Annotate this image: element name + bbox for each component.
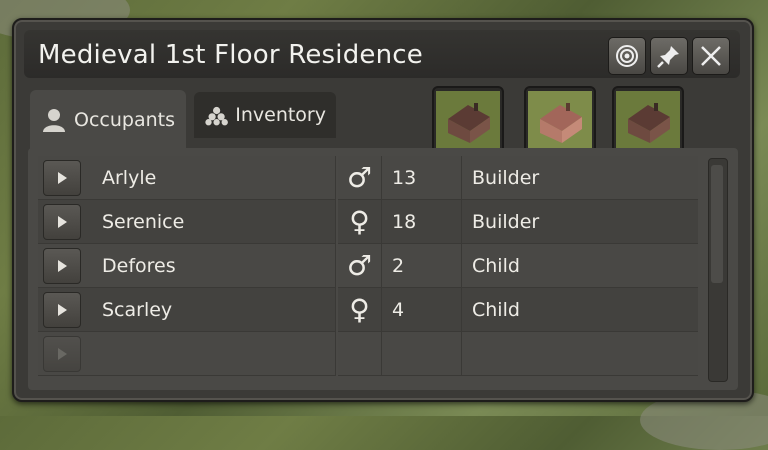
occupant-name: Defores <box>86 244 336 288</box>
occupant-sex <box>338 332 382 376</box>
male-icon: ♂ <box>346 161 373 194</box>
occupant-job: Child <box>462 288 698 332</box>
expand-button[interactable] <box>43 291 81 328</box>
occupant-sex: ♀ <box>338 288 382 332</box>
occupant-name <box>86 332 336 376</box>
occupant-sex: ♂ <box>338 244 382 288</box>
pin-icon <box>657 46 679 68</box>
house-dark-icon <box>616 91 680 151</box>
occupant-job: Builder <box>462 200 698 244</box>
stack-icon <box>205 106 228 126</box>
table-row[interactable]: Scarley ♀ 4 Child <box>38 288 698 332</box>
occupant-name: Scarley <box>86 288 336 332</box>
house-variant-3[interactable] <box>612 86 684 156</box>
residence-window: Medieval 1st Floor Residence Occupants I… <box>12 18 754 402</box>
occupant-age: 4 <box>382 288 462 332</box>
scrollbar-thumb[interactable] <box>711 165 723 283</box>
person-icon <box>43 109 65 132</box>
title-bar[interactable]: Medieval 1st Floor Residence <box>24 30 740 78</box>
close-icon <box>701 46 721 66</box>
expand-button-disabled <box>43 335 81 372</box>
male-icon: ♂ <box>346 249 373 282</box>
occupant-job: Builder <box>462 156 698 200</box>
occupant-sex: ♂ <box>338 156 382 200</box>
expand-button[interactable] <box>43 203 81 240</box>
triangle-right-icon <box>58 303 67 316</box>
female-icon: ♀ <box>349 293 370 326</box>
occupants-panel: Arlyle ♂ 13 Builder Serenice ♀ 18 Builde… <box>28 148 738 390</box>
occupant-age <box>382 332 462 376</box>
house-variant-1[interactable] <box>432 86 504 156</box>
triangle-right-icon <box>58 215 67 228</box>
house-variant-2[interactable] <box>524 86 596 156</box>
table-row[interactable]: Defores ♂ 2 Child <box>38 244 698 288</box>
occupant-name: Serenice <box>86 200 336 244</box>
expand-button[interactable] <box>43 247 81 284</box>
occupant-age: 18 <box>382 200 462 244</box>
occupant-sex: ♀ <box>338 200 382 244</box>
expand-button[interactable] <box>43 159 81 196</box>
table-row[interactable]: Serenice ♀ 18 Builder <box>38 200 698 244</box>
female-icon: ♀ <box>349 205 370 238</box>
occupant-job: Child <box>462 244 698 288</box>
scrollbar[interactable] <box>708 158 728 382</box>
occupant-name: Arlyle <box>86 156 336 200</box>
close-button[interactable] <box>692 37 730 75</box>
occupants-table: Arlyle ♂ 13 Builder Serenice ♀ 18 Builde… <box>38 156 698 376</box>
window-title: Medieval 1st Floor Residence <box>38 40 423 70</box>
tab-inventory-label: Inventory <box>235 104 326 126</box>
tab-occupants-label: Occupants <box>74 109 175 131</box>
house-light-icon <box>528 91 592 151</box>
triangle-right-icon <box>58 171 67 184</box>
table-row[interactable]: Arlyle ♂ 13 Builder <box>38 156 698 200</box>
occupant-age: 2 <box>382 244 462 288</box>
house-dark-icon <box>436 91 500 151</box>
tab-inventory[interactable]: Inventory <box>194 92 336 138</box>
target-icon <box>616 45 638 67</box>
occupant-job <box>462 332 698 376</box>
triangle-right-icon <box>58 347 67 360</box>
triangle-right-icon <box>58 259 67 272</box>
focus-button[interactable] <box>608 37 646 75</box>
pin-button[interactable] <box>650 37 688 75</box>
table-row-empty <box>38 332 698 376</box>
tab-occupants[interactable]: Occupants <box>30 90 186 150</box>
occupant-age: 13 <box>382 156 462 200</box>
